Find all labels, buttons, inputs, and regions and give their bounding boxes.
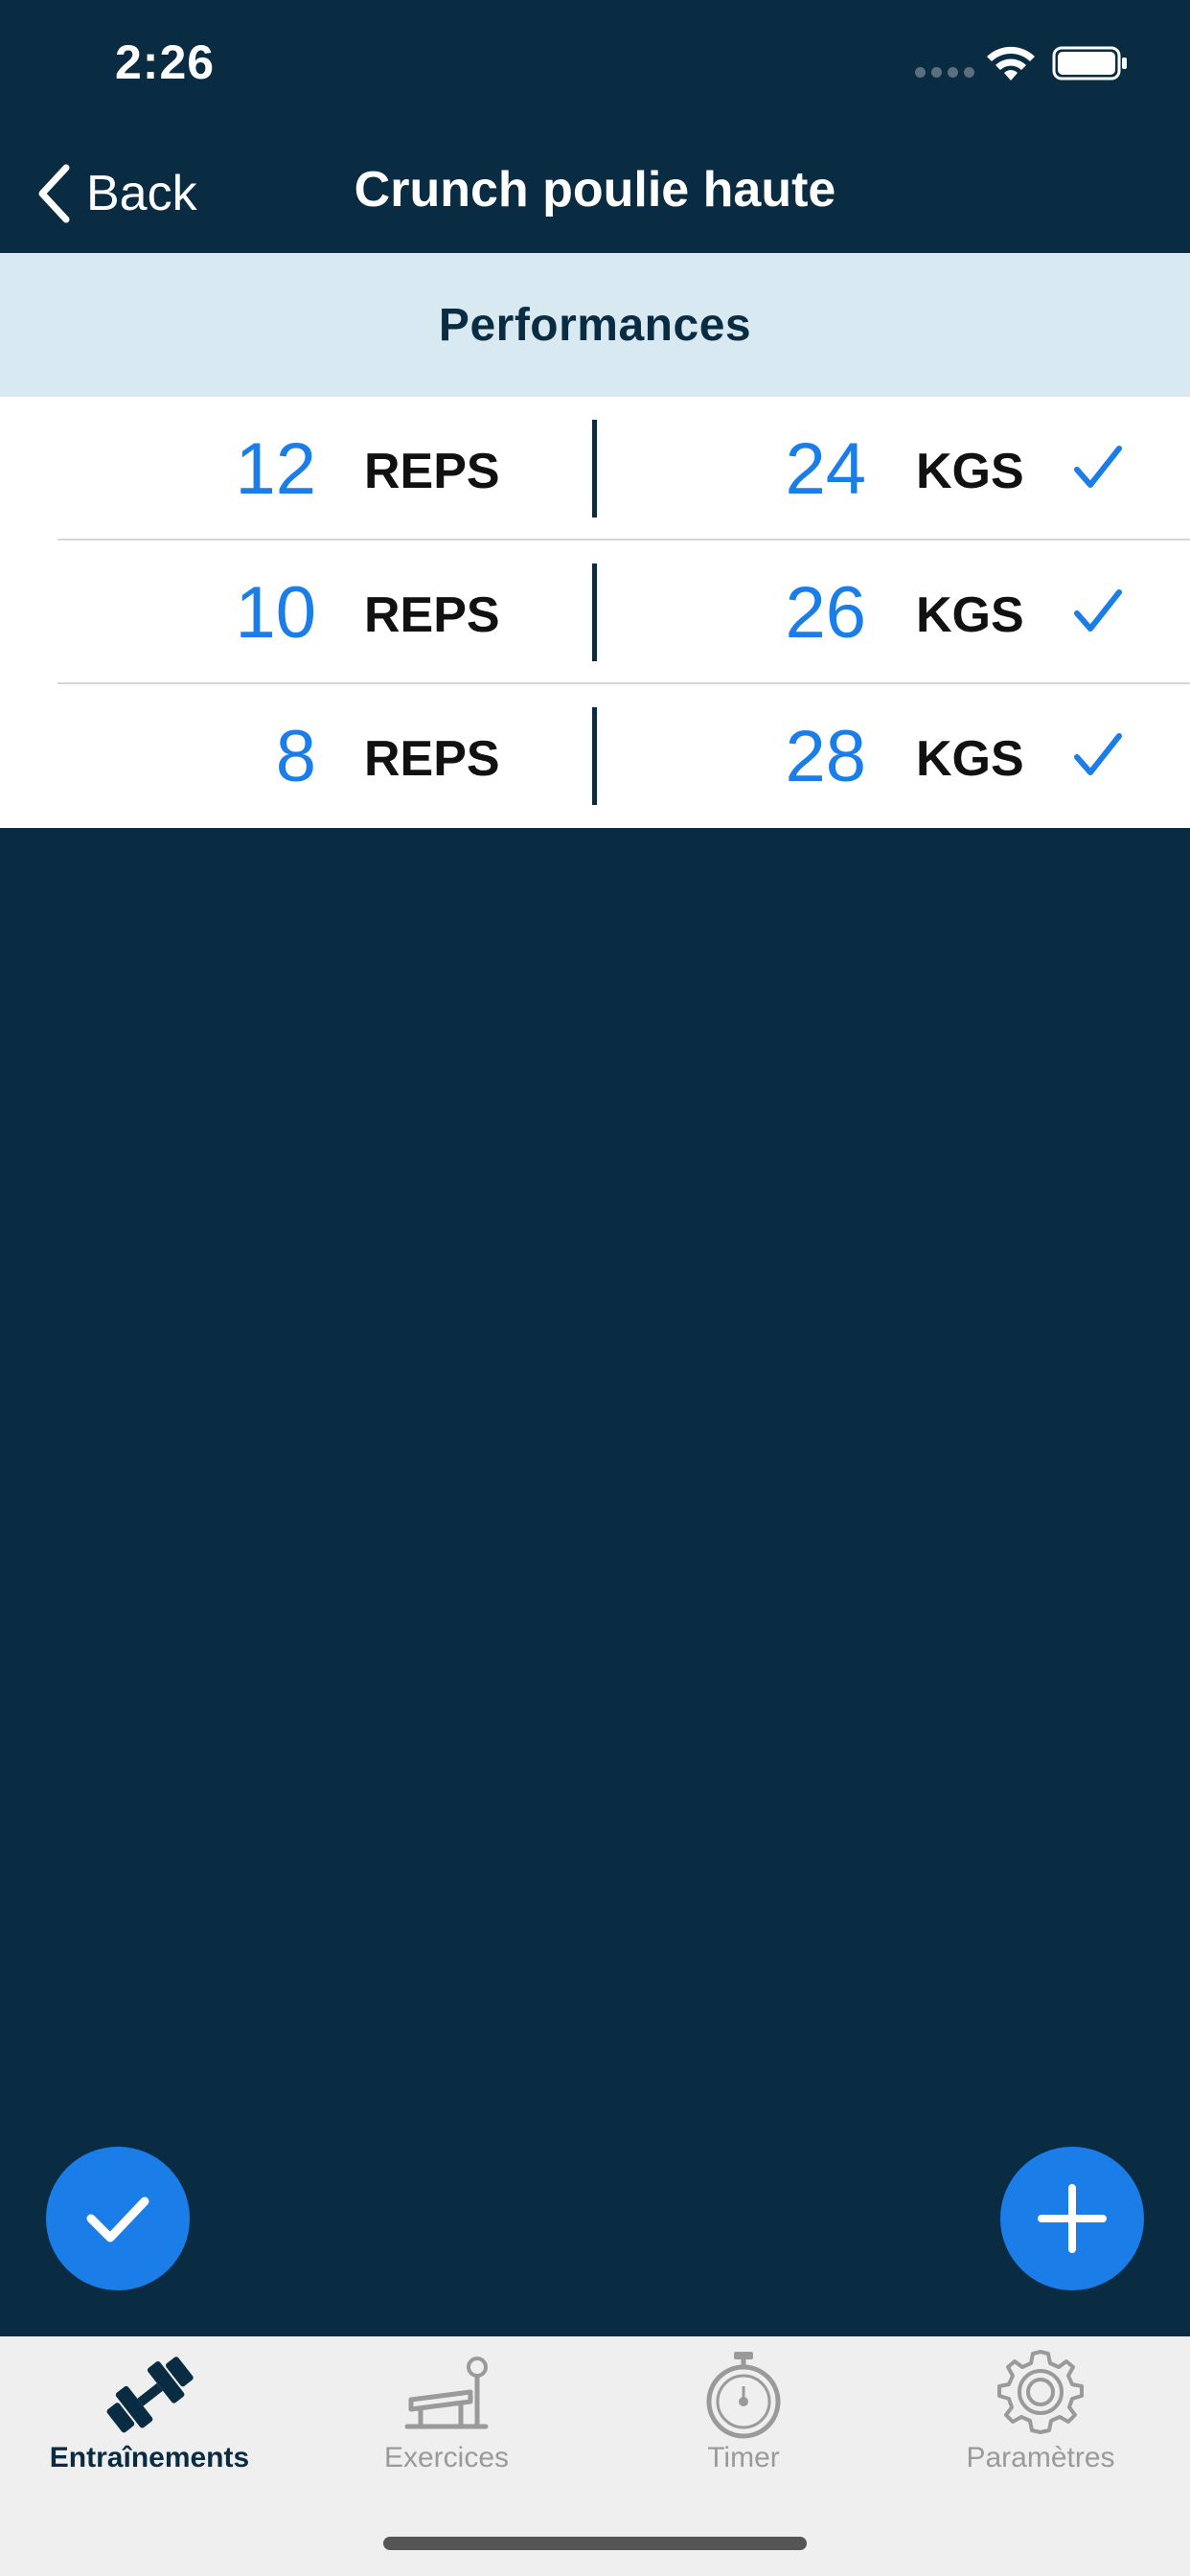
- tab-label: Exercices: [383, 2442, 510, 2473]
- reps-value[interactable]: 12: [125, 427, 316, 511]
- tab-label: Entraînements: [49, 2442, 250, 2473]
- tab-timer[interactable]: Timer: [595, 2336, 892, 2499]
- reps-unit-label: REPS: [364, 731, 500, 787]
- workout-exercise-screen: 2:26 Back Crunch poulie haute Performanc…: [0, 0, 1190, 2576]
- weight-unit-label: KGS: [916, 731, 1024, 787]
- battery-icon: [1052, 46, 1127, 80]
- column-separator: [592, 707, 597, 805]
- set-row[interactable]: 12 REPS 24 KGS: [0, 397, 1190, 540]
- set-row[interactable]: 8 REPS 28 KGS: [0, 684, 1190, 828]
- section-title: Performances: [438, 299, 752, 351]
- add-set-button[interactable]: [1000, 2147, 1144, 2290]
- dumbbell-icon: [106, 2357, 194, 2433]
- plus-icon: [1038, 2184, 1107, 2253]
- checkmark-icon[interactable]: [1071, 726, 1125, 784]
- tab-label: Timer: [707, 2442, 780, 2473]
- bench-icon: [404, 2357, 489, 2429]
- weight-value[interactable]: 28: [675, 715, 866, 798]
- sets-list: 12 REPS 24 KGS 10 REPS 26 KGS 8 REPS 28: [0, 397, 1190, 828]
- checkmark-icon[interactable]: [1071, 439, 1125, 496]
- navigation-bar: Back Crunch poulie haute: [0, 134, 1190, 253]
- checkmark-icon: [86, 2196, 149, 2242]
- reps-value[interactable]: 8: [125, 715, 316, 798]
- gear-icon: [997, 2350, 1084, 2434]
- weight-unit-label: KGS: [916, 444, 1024, 499]
- page-title: Crunch poulie haute: [354, 162, 836, 218]
- weight-unit-label: KGS: [916, 587, 1024, 643]
- wifi-icon: [987, 46, 1035, 80]
- weight-value[interactable]: 24: [675, 427, 866, 511]
- checkmark-icon[interactable]: [1071, 583, 1125, 640]
- section-header: Performances: [0, 253, 1190, 397]
- set-row[interactable]: 10 REPS 26 KGS: [0, 540, 1190, 684]
- reps-unit-label: REPS: [364, 587, 500, 643]
- tab-label: Paramètres: [966, 2442, 1115, 2473]
- tab-exercises[interactable]: Exercices: [298, 2336, 595, 2499]
- status-bar: 2:26: [0, 0, 1190, 134]
- stopwatch-icon: [706, 2352, 781, 2439]
- status-time: 2:26: [115, 35, 216, 89]
- weight-value[interactable]: 26: [675, 571, 866, 655]
- column-separator: [592, 420, 597, 518]
- tab-settings[interactable]: Paramètres: [892, 2336, 1189, 2499]
- validate-workout-button[interactable]: [46, 2147, 190, 2290]
- tab-workouts[interactable]: Entraînements: [1, 2336, 298, 2499]
- cellular-signal-icon: [915, 67, 974, 78]
- reps-value[interactable]: 10: [125, 571, 316, 655]
- reps-unit-label: REPS: [364, 444, 500, 499]
- column-separator: [592, 564, 597, 661]
- home-indicator[interactable]: [383, 2537, 807, 2550]
